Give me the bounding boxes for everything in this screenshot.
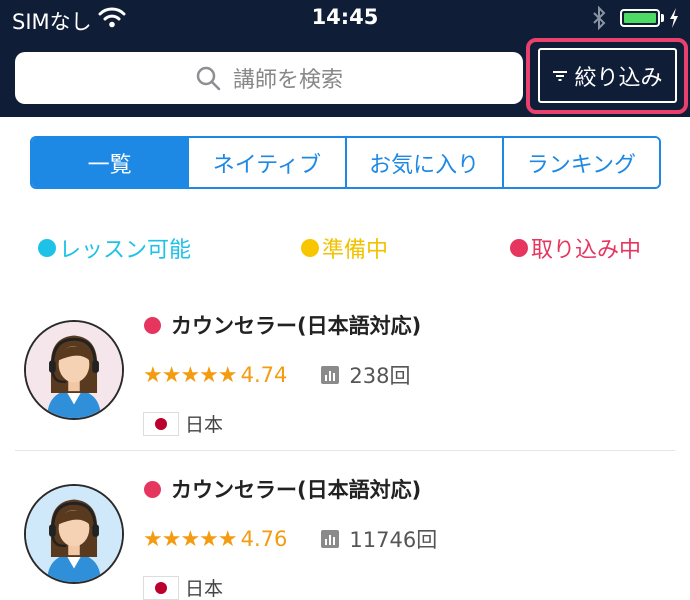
bar-chart-icon xyxy=(321,530,340,548)
filter-label: 絞り込み xyxy=(574,65,663,91)
rating-row: ★★★★★ 4.76 11746回 xyxy=(143,524,437,554)
busy-status-dot xyxy=(144,316,161,334)
search-input[interactable]: 講師を検索 xyxy=(15,52,523,104)
legend-preparing-label: 準備中 xyxy=(322,238,389,263)
tab-ranking[interactable]: ランキング xyxy=(503,138,659,187)
country-label: 日本 xyxy=(185,578,224,600)
bar-chart-icon xyxy=(321,366,340,384)
legend-available-label: レッスン可能 xyxy=(59,238,192,263)
legend-busy-label: 取り込み中 xyxy=(531,238,642,263)
tutor-list-item[interactable]: カウンセラー(日本語対応) ★★★★★ 4.76 11746回 日本 xyxy=(0,456,690,600)
tutor-name-row: カウンセラー(日本語対応) xyxy=(144,474,421,504)
preparing-dot xyxy=(301,239,319,257)
tab-list[interactable]: 一覧 xyxy=(32,138,190,187)
counselor-avatar-icon xyxy=(26,322,122,418)
charging-icon xyxy=(670,8,678,28)
rating-value: 4.74 xyxy=(240,363,288,387)
tab-bar: 一覧 ネイティブ お気に入り ランキング xyxy=(30,136,661,189)
japan-flag-icon xyxy=(143,575,179,600)
country-row: 日本 xyxy=(143,574,223,600)
tab-favorites[interactable]: お気に入り xyxy=(346,138,504,187)
country-label: 日本 xyxy=(185,414,224,436)
counselor-avatar-icon xyxy=(26,486,122,582)
rating-row: ★★★★★ 4.74 238回 xyxy=(143,360,410,390)
battery-icon xyxy=(620,9,660,27)
lesson-count: 11746回 xyxy=(349,528,438,552)
legend-busy: 取り込み中 xyxy=(510,232,641,264)
list-divider xyxy=(15,450,675,451)
search-placeholder: 講師を検索 xyxy=(232,68,343,93)
app-header: SIMなし 14:45 講師を検索 絞り込み xyxy=(0,0,690,117)
search-icon xyxy=(196,66,221,91)
bluetooth-icon xyxy=(593,6,606,30)
filter-icon xyxy=(553,70,568,81)
tab-native[interactable]: ネイティブ xyxy=(189,138,347,187)
star-rating-icon: ★★★★★ xyxy=(143,362,238,388)
japan-flag-icon xyxy=(143,411,179,436)
avatar xyxy=(24,320,124,420)
tutor-name: カウンセラー(日本語対応) xyxy=(171,478,422,502)
filter-button[interactable]: 絞り込み xyxy=(538,48,677,103)
status-time: 14:45 xyxy=(311,5,379,29)
battery-tip xyxy=(661,14,664,22)
country-row: 日本 xyxy=(143,410,223,437)
busy-dot xyxy=(510,239,528,257)
rating-value: 4.76 xyxy=(240,527,288,551)
available-dot xyxy=(38,239,56,257)
legend-preparing: 準備中 xyxy=(301,232,388,264)
legend-available: レッスン可能 xyxy=(38,232,191,264)
status-bar: SIMなし 14:45 xyxy=(0,0,690,38)
tutor-name-row: カウンセラー(日本語対応) xyxy=(144,310,421,340)
busy-status-dot xyxy=(144,480,161,498)
avatar xyxy=(24,484,124,584)
star-rating-icon: ★★★★★ xyxy=(143,526,238,552)
tutor-name: カウンセラー(日本語対応) xyxy=(171,314,422,338)
tutor-list-item[interactable]: カウンセラー(日本語対応) ★★★★★ 4.74 238回 日本 xyxy=(0,292,690,454)
lesson-count: 238回 xyxy=(349,364,411,388)
